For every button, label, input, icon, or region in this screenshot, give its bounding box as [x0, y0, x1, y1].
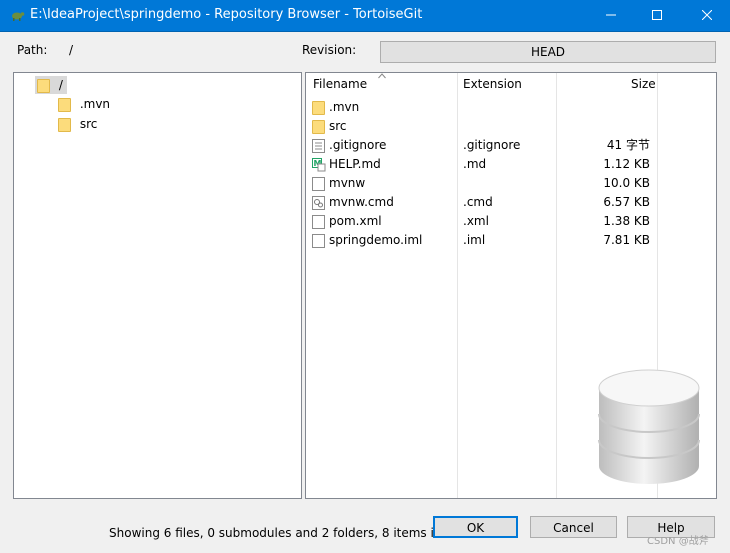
cmd-file-icon [312, 195, 325, 210]
tree-node-root-selection: / [35, 76, 67, 94]
revision-label: Revision: [302, 43, 357, 57]
list-item[interactable]: .mvn [306, 98, 656, 117]
tree-node-src[interactable]: src [58, 115, 97, 133]
file-extension: .iml [463, 233, 486, 247]
list-item[interactable]: src [306, 117, 656, 136]
close-button[interactable] [684, 0, 730, 31]
tree-node-root[interactable]: / [35, 76, 67, 94]
list-item[interactable]: .gitignore .gitignore 41 字节 [306, 136, 656, 155]
file-size: 7.81 KB [603, 233, 650, 247]
file-icon [312, 233, 325, 248]
revision-button[interactable]: HEAD [380, 41, 716, 63]
text-file-icon [312, 138, 325, 153]
file-size: 10.0 KB [603, 176, 650, 190]
folder-icon [37, 78, 50, 93]
file-name: .mvn [329, 100, 360, 114]
file-name: src [329, 119, 347, 133]
ok-button[interactable]: OK [433, 516, 518, 538]
minimize-icon [606, 14, 616, 16]
folder-icon [58, 97, 71, 112]
tree-node-label: .mvn [79, 97, 111, 111]
column-header-filename[interactable]: Filename [313, 73, 367, 95]
list-item[interactable]: M HELP.md .md 1.12 KB [306, 155, 656, 174]
file-name: HELP.md [329, 157, 381, 171]
list-item[interactable]: mvnw.cmd .cmd 6.57 KB [306, 193, 656, 212]
tree-node-mvn[interactable]: .mvn [58, 95, 110, 113]
file-icon [312, 214, 325, 229]
list-item[interactable]: pom.xml .xml 1.38 KB [306, 212, 656, 231]
folder-icon [312, 119, 325, 134]
tree-node-label: / [58, 78, 63, 92]
file-extension: .cmd [463, 195, 493, 209]
file-name: .gitignore [329, 138, 387, 152]
file-size: 41 字节 [606, 138, 650, 152]
window-title: E:\IdeaProject\springdemo - Repository B… [30, 7, 423, 22]
path-label: Path: [17, 43, 48, 57]
maximize-button[interactable] [634, 0, 680, 31]
tortoisegit-icon [12, 12, 25, 21]
close-icon [701, 9, 713, 21]
column-header-size[interactable]: Size [631, 73, 656, 95]
file-name: mvnw.cmd [329, 195, 394, 209]
sort-ascending-icon [378, 73, 386, 79]
file-extension: .md [463, 157, 487, 171]
file-name: pom.xml [329, 214, 382, 228]
maximize-icon [652, 10, 662, 20]
file-list[interactable]: Filename Extension Size .mvn src .gitign… [305, 72, 717, 499]
folder-icon [58, 117, 71, 132]
list-item[interactable]: mvnw 10.0 KB [306, 174, 656, 193]
file-icon [312, 176, 325, 191]
tree-node-label: src [79, 117, 98, 131]
path-value: / [69, 43, 74, 57]
file-name: mvnw [329, 176, 366, 190]
file-name: springdemo.iml [329, 233, 423, 247]
file-size: 1.12 KB [603, 157, 650, 171]
file-size: 1.38 KB [603, 214, 650, 228]
column-header-extension[interactable]: Extension [463, 73, 522, 95]
watermark: CSDN @战斧 [647, 536, 709, 547]
cancel-button[interactable]: Cancel [530, 516, 617, 538]
list-item[interactable]: springdemo.iml .iml 7.81 KB [306, 231, 656, 250]
database-icon [598, 369, 700, 484]
file-extension: .gitignore [463, 138, 521, 152]
markdown-file-icon: M [312, 157, 326, 172]
file-size: 6.57 KB [603, 195, 650, 209]
folder-tree[interactable]: / .mvn src [13, 72, 302, 499]
folder-icon [312, 100, 325, 115]
status-text: Showing 6 files, 0 submodules and 2 fold… [109, 526, 473, 540]
minimize-button[interactable] [588, 0, 634, 31]
file-extension: .xml [463, 214, 489, 228]
title-bar: E:\IdeaProject\springdemo - Repository B… [0, 0, 730, 32]
